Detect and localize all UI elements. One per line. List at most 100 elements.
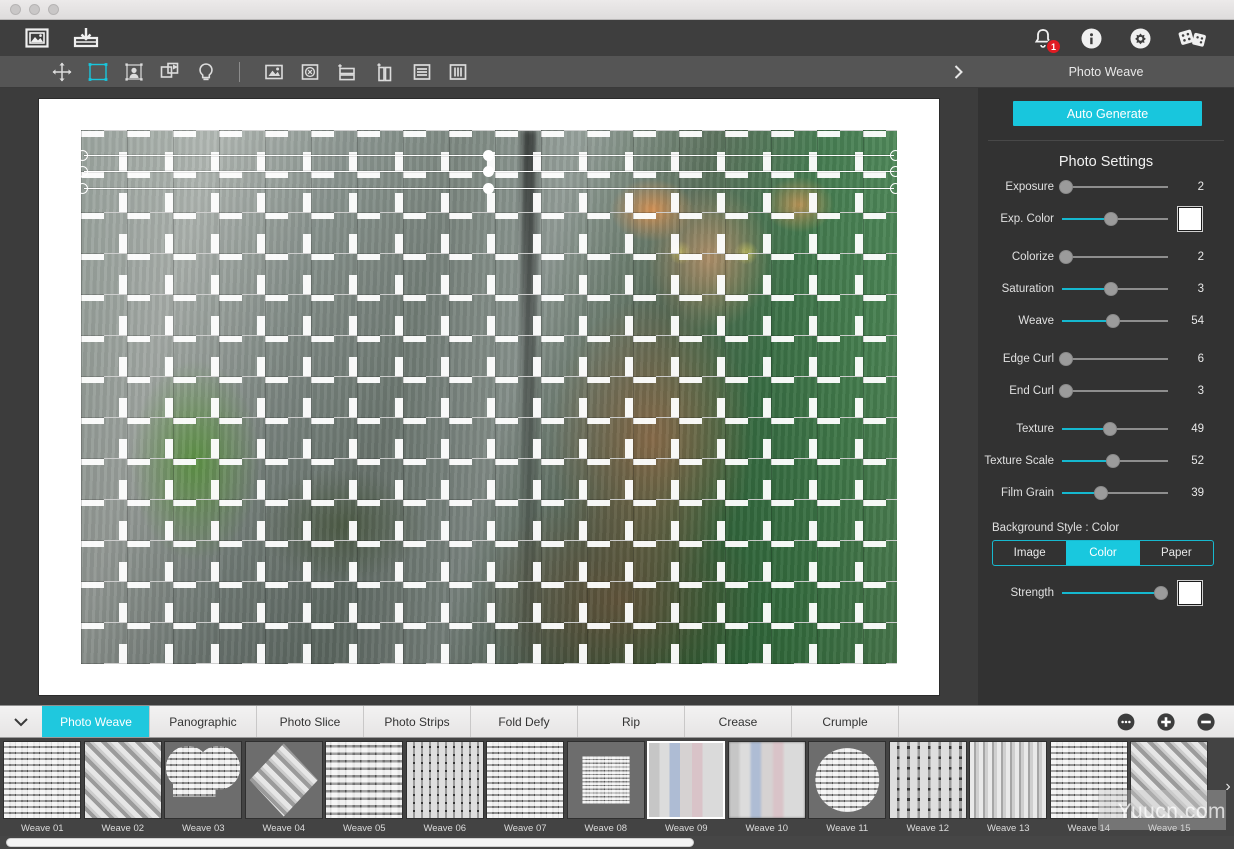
slider-control[interactable] — [1062, 352, 1168, 366]
thumbnail-item[interactable]: Weave 14 — [1049, 738, 1130, 834]
photo-weave-preview[interactable] — [81, 130, 897, 664]
slider-track — [1062, 358, 1168, 360]
thumbnail-item[interactable]: Weave 03 — [163, 738, 244, 834]
slider-knob[interactable] — [1104, 282, 1118, 296]
slider-knob[interactable] — [1059, 384, 1073, 398]
slider-knob[interactable] — [1059, 250, 1073, 264]
selection-handle-left-middle[interactable] — [77, 166, 88, 177]
tab-crease[interactable]: Crease — [684, 706, 791, 737]
thumbnail-scroll-right-icon[interactable]: › — [1222, 738, 1234, 836]
slider-control[interactable] — [1062, 384, 1168, 398]
remove-preset-icon[interactable] — [1196, 712, 1216, 732]
thumbnail-item[interactable]: Weave 15 — [1129, 738, 1210, 834]
thumbnail-label: Weave 05 — [324, 823, 405, 834]
expand-toolbar-chevron-icon[interactable] — [947, 56, 970, 88]
columns-tool[interactable] — [448, 62, 468, 82]
window-maximize-button[interactable] — [48, 4, 59, 15]
auto-generate-button[interactable]: Auto Generate — [1013, 101, 1202, 126]
thumbnail-item[interactable]: Weave 08 — [566, 738, 647, 834]
slider-control[interactable] — [1062, 454, 1168, 468]
scrollbar-thumb[interactable] — [6, 838, 694, 847]
move-tool[interactable] — [52, 62, 72, 82]
tab-photo-strips[interactable]: Photo Strips — [363, 706, 470, 737]
exposure-color-swatch[interactable] — [1178, 207, 1202, 231]
slider-knob[interactable] — [1094, 486, 1108, 500]
selection-handle-center-top[interactable] — [483, 150, 494, 161]
slider-row-weave: Weave54 — [978, 306, 1234, 336]
crop-tool[interactable] — [88, 62, 108, 82]
background-option-color[interactable]: Color — [1066, 541, 1139, 565]
strength-color-swatch[interactable] — [1178, 581, 1202, 605]
tab-panographic[interactable]: Panographic — [149, 706, 256, 737]
tab-photo-slice[interactable]: Photo Slice — [256, 706, 363, 737]
add-horizontal-tool[interactable] — [336, 62, 358, 82]
portrait-select-tool[interactable] — [124, 62, 144, 82]
selection-handle-left-bottom[interactable] — [77, 183, 88, 194]
add-preset-icon[interactable] — [1156, 712, 1176, 732]
open-image-icon[interactable] — [24, 27, 50, 49]
slider-knob[interactable] — [1106, 314, 1120, 328]
tab-crumple[interactable]: Crumple — [791, 706, 898, 737]
transform-tool[interactable] — [160, 62, 181, 82]
slider-track — [1062, 256, 1168, 258]
thumbnail-item[interactable]: Weave 06 — [405, 738, 486, 834]
preset-thumbnail-strip[interactable]: Weave 01Weave 02Weave 03Weave 04Weave 05… — [0, 738, 1234, 836]
slider-control[interactable] — [1062, 422, 1168, 436]
thumbnail-item[interactable]: Weave 04 — [244, 738, 325, 834]
thumbnail-label: Weave 01 — [2, 823, 83, 834]
slider-control[interactable] — [1062, 282, 1168, 296]
thumbnail-item[interactable]: Weave 05 — [324, 738, 405, 834]
thumbnail-label: Weave 11 — [807, 823, 888, 834]
collapse-panel-chevron-icon[interactable] — [0, 706, 42, 737]
background-option-paper[interactable]: Paper — [1140, 541, 1213, 565]
slider-knob[interactable] — [1059, 180, 1073, 194]
canvas-area[interactable] — [0, 88, 978, 705]
light-bulb-tool[interactable] — [197, 62, 215, 82]
settings-gear-icon[interactable] — [1129, 27, 1152, 50]
thumbnail-item[interactable]: Weave 13 — [968, 738, 1049, 834]
rows-tool[interactable] — [412, 62, 432, 82]
slider-knob[interactable] — [1106, 454, 1120, 468]
slider-control[interactable] — [1062, 250, 1168, 264]
info-icon[interactable] — [1080, 27, 1103, 50]
window-minimize-button[interactable] — [29, 4, 40, 15]
slider-knob[interactable] — [1059, 352, 1073, 366]
tab-fold-defy[interactable]: Fold Defy — [470, 706, 577, 737]
remove-tool[interactable] — [300, 62, 320, 82]
thumbnail-item[interactable]: Weave 02 — [83, 738, 164, 834]
tab-photo-weave[interactable]: Photo Weave — [42, 706, 149, 737]
tab-rip[interactable]: Rip — [577, 706, 684, 737]
slider-knob[interactable] — [1103, 422, 1117, 436]
slider-control[interactable] — [1062, 180, 1168, 194]
thumbnail-item[interactable]: Weave 09 — [646, 738, 727, 834]
background-style-segmented-control[interactable]: Image Color Paper — [992, 540, 1214, 566]
thumbnail-item[interactable]: Weave 01 — [2, 738, 83, 834]
selection-handle-right-middle[interactable] — [890, 166, 901, 177]
thumbnail-horizontal-scrollbar[interactable] — [0, 836, 1234, 849]
selection-handle-right-top[interactable] — [890, 150, 901, 161]
thumbnail-item[interactable]: Weave 11 — [807, 738, 888, 834]
save-image-icon[interactable] — [72, 26, 100, 50]
slider-value: 6 — [1168, 353, 1204, 365]
selection-handle-center-bottom[interactable] — [483, 183, 494, 194]
selection-handle-left-top[interactable] — [77, 150, 88, 161]
notifications-bell-icon[interactable]: 1 — [1032, 27, 1054, 49]
selection-handle-center-mid[interactable] — [483, 166, 494, 177]
selection-handle-right-bottom[interactable] — [890, 183, 901, 194]
add-vertical-tool[interactable] — [374, 62, 396, 82]
thumbnail-item[interactable]: Weave 07 — [485, 738, 566, 834]
window-close-button[interactable] — [10, 4, 21, 15]
slider-control[interactable] — [1062, 314, 1168, 328]
thumbnail-item[interactable]: Weave 12 — [888, 738, 969, 834]
thumbnail-item[interactable]: Weave 10 — [727, 738, 808, 834]
dice-randomize-icon[interactable] — [1178, 27, 1208, 49]
image-adjust-tool[interactable] — [264, 62, 284, 82]
tab-list: Photo WeavePanographicPhoto SlicePhoto S… — [42, 706, 898, 737]
slider-control[interactable] — [1062, 486, 1168, 500]
strength-slider[interactable] — [1062, 586, 1168, 600]
preset-options-icon[interactable] — [1116, 712, 1136, 732]
strength-knob[interactable] — [1154, 586, 1168, 600]
slider-knob[interactable] — [1104, 212, 1118, 226]
slider-control[interactable] — [1062, 212, 1168, 226]
background-option-image[interactable]: Image — [993, 541, 1066, 565]
